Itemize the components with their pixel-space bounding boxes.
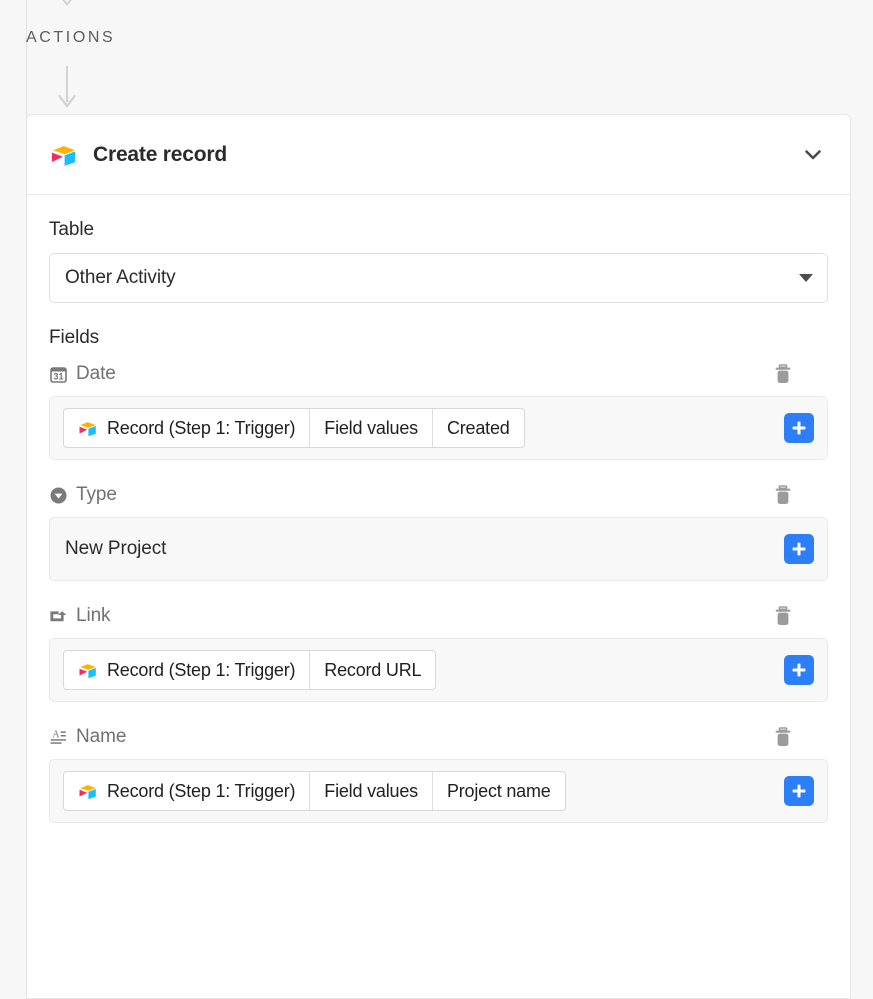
field-value-box[interactable]: New Project [49, 517, 828, 581]
action-card-body: Table Other Activity Fields 31 Date Reco… [27, 195, 850, 875]
token-segment[interactable]: Record (Step 1: Trigger) [64, 409, 309, 447]
calendar-date-icon: 31 [49, 365, 68, 384]
flow-arrow-down-icon [54, 66, 80, 108]
token-segment[interactable]: Record (Step 1: Trigger) [64, 772, 309, 810]
field-value-box[interactable]: Record (Step 1: Trigger) Record URL [49, 638, 828, 702]
field-block: Type New Project [49, 482, 828, 581]
field-value-content: New Project [63, 538, 774, 560]
triangle-down-icon [799, 274, 813, 282]
svg-text:31: 31 [53, 371, 63, 381]
add-token-button[interactable] [784, 534, 814, 564]
section-heading-actions: ACTIONS [26, 29, 116, 46]
add-token-button[interactable] [784, 776, 814, 806]
field-name-label: Type [76, 484, 117, 505]
trash-icon[interactable] [772, 483, 794, 507]
token-segment[interactable]: Record URL [309, 651, 435, 689]
table-select[interactable]: Other Activity [49, 253, 828, 303]
field-value-text: New Project [65, 538, 167, 559]
field-value-token[interactable]: Record (Step 1: Trigger) Record URL [63, 650, 437, 690]
token-segment-label: Record (Step 1: Trigger) [107, 417, 296, 438]
action-card-create-record: Create record Table Other Activity Field… [26, 114, 851, 999]
trash-icon[interactable] [772, 362, 794, 386]
trash-icon[interactable] [772, 725, 794, 749]
airtable-cube-icon [78, 662, 98, 679]
field-header: 31 Date [49, 361, 828, 387]
fields-list: 31 Date Record (Step 1: Trigger) Field va… [49, 361, 828, 823]
field-name-label: Date [76, 363, 116, 384]
token-segment[interactable]: Record (Step 1: Trigger) [64, 651, 309, 689]
airtable-cube-icon [50, 143, 78, 167]
token-segment-label: Record (Step 1: Trigger) [107, 780, 296, 801]
field-header: Link [49, 603, 828, 629]
field-header: Type [49, 482, 828, 508]
single-line-text-icon: A [49, 728, 68, 747]
token-segment[interactable]: Project name [431, 772, 565, 810]
field-block: A Name Record (Step 1: Trigger) Field val… [49, 724, 828, 823]
field-value-content: Record (Step 1: Trigger) Record URL [63, 650, 774, 690]
chevron-down-icon[interactable] [800, 142, 826, 168]
token-segment-label: Record (Step 1: Trigger) [107, 659, 296, 680]
token-segment-label: Record URL [324, 659, 422, 680]
flow-arrow-top-partial-icon [55, 0, 79, 10]
field-value-content: Record (Step 1: Trigger) Field values Crea… [63, 408, 774, 448]
token-segment-label: Project name [446, 780, 551, 801]
airtable-cube-icon [78, 420, 98, 437]
action-card-title: Create record [93, 142, 227, 166]
token-segment-label: Field values [324, 780, 418, 801]
add-token-button[interactable] [784, 655, 814, 685]
token-segment[interactable]: Field values [309, 409, 432, 447]
table-field-label: Table [49, 219, 94, 240]
field-value-box[interactable]: Record (Step 1: Trigger) Field values Crea… [49, 396, 828, 460]
action-card-header[interactable]: Create record [27, 115, 850, 195]
field-block: 31 Date Record (Step 1: Trigger) Field va… [49, 361, 828, 460]
field-value-box[interactable]: Record (Step 1: Trigger) Field values Proj… [49, 759, 828, 823]
single-select-icon [49, 486, 68, 505]
field-block: Link Record (Step 1: Trigger) Record URL [49, 603, 828, 702]
token-segment-label: Created [446, 417, 510, 438]
link-to-record-icon [49, 607, 68, 626]
field-name-label: Name [76, 726, 127, 747]
fields-heading: Fields [49, 327, 100, 348]
token-segment[interactable]: Field values [309, 772, 432, 810]
field-value-token[interactable]: Record (Step 1: Trigger) Field values Proj… [63, 771, 566, 811]
trash-icon[interactable] [772, 604, 794, 628]
field-value-token[interactable]: Record (Step 1: Trigger) Field values Crea… [63, 408, 525, 448]
airtable-cube-icon [78, 783, 98, 800]
svg-text:A: A [52, 729, 60, 740]
field-header: A Name [49, 724, 828, 750]
token-segment[interactable]: Created [431, 409, 524, 447]
token-segment-label: Field values [324, 417, 418, 438]
add-token-button[interactable] [784, 413, 814, 443]
table-select-value: Other Activity [65, 267, 176, 288]
field-value-content: Record (Step 1: Trigger) Field values Proj… [63, 771, 774, 811]
field-name-label: Link [76, 605, 111, 626]
